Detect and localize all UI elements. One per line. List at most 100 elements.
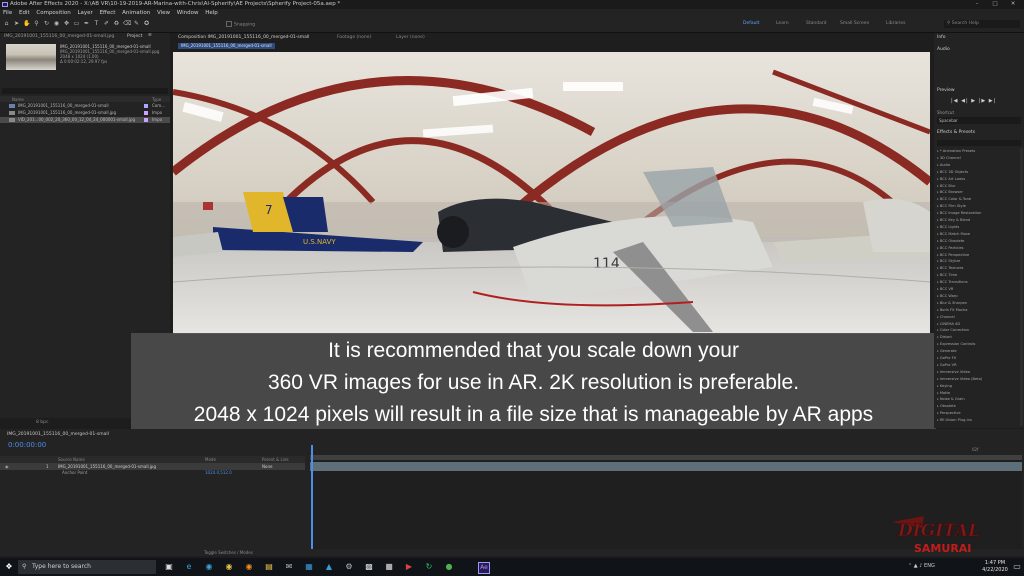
footage-tab[interactable]: IMG_20191001_155116_00_merged-01-small.j… [4, 34, 114, 39]
chevron-right-icon[interactable]: ▸ [937, 363, 939, 367]
tab-footage[interactable]: Footage (none) [337, 33, 371, 42]
chevron-right-icon[interactable]: ▸ [937, 259, 939, 263]
label-color[interactable] [144, 118, 148, 122]
label-color[interactable] [144, 104, 148, 108]
effects-list-item[interactable]: ▸Matte [937, 391, 950, 395]
list-item[interactable]: IMG_20191001_155116_00_merged-01-small C… [0, 103, 170, 109]
effects-list-item[interactable]: ▸BCC Art Looks [937, 177, 965, 181]
effects-list-item[interactable]: ▸BCC Image Restoration [937, 211, 981, 215]
effects-list-item[interactable]: ▸Immersive Video [937, 370, 970, 374]
taskbar-search-input[interactable]: ⚲ Type here to search [18, 560, 156, 574]
chevron-right-icon[interactable]: ▸ [937, 404, 939, 408]
puppet-icon[interactable]: ✪ [143, 20, 150, 28]
chevron-right-icon[interactable]: ▸ [937, 177, 939, 181]
chevron-right-icon[interactable]: ▸ [937, 349, 939, 353]
workspace-small-screen[interactable]: Small Screen [840, 21, 869, 26]
volume-icon[interactable]: ♪ [919, 563, 922, 569]
menu-icon[interactable]: ≡ [148, 33, 152, 38]
layer-parent[interactable]: None [262, 463, 272, 470]
effects-list-item[interactable]: ▸Blur & Sharpen [937, 301, 967, 305]
menu-edit[interactable]: Edit [19, 10, 30, 16]
label-color[interactable] [144, 111, 148, 115]
effects-list-item[interactable]: ▸Boris FX Mocha [937, 308, 967, 312]
effects-list-item[interactable]: ▸BCC Warp [937, 294, 958, 298]
visibility-eye-icon[interactable]: ◉ [5, 463, 9, 470]
clone-icon[interactable]: ♻ [113, 20, 120, 28]
chevron-right-icon[interactable]: ▸ [937, 411, 939, 415]
chevron-right-icon[interactable]: ▸ [937, 308, 939, 312]
chevron-right-icon[interactable]: ▸ [937, 225, 939, 229]
chevron-right-icon[interactable]: ▸ [937, 273, 939, 277]
minimize-icon[interactable]: – [970, 0, 984, 9]
chevron-right-icon[interactable]: ▸ [937, 280, 939, 284]
effects-list-item[interactable]: ▸BCC Particles [937, 246, 964, 250]
close-icon[interactable]: ✕ [1006, 0, 1020, 9]
effects-list-item[interactable]: ▸Expression Controls [937, 342, 975, 346]
effects-list-item[interactable]: ▸Keying [937, 384, 952, 388]
property-value[interactable]: 1024.0,512.0 [205, 470, 232, 476]
effects-list-item[interactable]: ▸Channel [937, 315, 955, 319]
file-explorer-icon[interactable]: ▤ [264, 562, 274, 572]
chevron-right-icon[interactable]: ▸ [937, 322, 939, 326]
eraser-icon[interactable]: ⌫ [123, 20, 131, 28]
preview-controls[interactable]: |◀ ◀| ▶ |▶ ▶| [951, 98, 996, 104]
after-effects-icon[interactable]: Ae [478, 562, 490, 574]
mail-icon[interactable]: ✉ [284, 562, 294, 572]
firefox-icon[interactable]: ◉ [244, 562, 254, 572]
snapping-toggle[interactable]: Snapping [226, 21, 255, 28]
effects-list-item[interactable]: ▸Perspective [937, 411, 961, 415]
workspace-learn[interactable]: Learn [776, 21, 789, 26]
chevron-right-icon[interactable]: ▸ [937, 418, 939, 422]
chevron-right-icon[interactable]: ▸ [937, 232, 939, 236]
chevron-right-icon[interactable]: ▸ [937, 294, 939, 298]
playhead[interactable] [311, 445, 313, 549]
zoom-icon[interactable]: ⚲ [33, 20, 40, 28]
effects-list-item[interactable]: ▸GoPro VR [937, 363, 957, 367]
chevron-right-icon[interactable]: ▸ [937, 391, 939, 395]
effects-list-item[interactable]: ▸Obsolete [937, 404, 956, 408]
brush-icon[interactable]: ✐ [103, 20, 110, 28]
toggle-switches-modes[interactable]: Toggle Switches / Modes [204, 550, 253, 555]
tab-layer[interactable]: Layer (none) [396, 33, 425, 42]
column-name[interactable]: Name [12, 97, 24, 102]
chevron-right-icon[interactable]: ▸ [937, 356, 939, 360]
chevron-right-icon[interactable]: ▸ [937, 184, 939, 188]
effects-list-item[interactable]: ▸3D Channel [937, 156, 961, 160]
column-parent[interactable]: Parent & Link [262, 456, 289, 463]
effects-list-item[interactable]: ▸BCC Color & Tone [937, 197, 971, 201]
column-source-name[interactable]: Source Name [58, 456, 85, 463]
effects-list-item[interactable]: ▸BCC Blur [937, 184, 956, 188]
menu-effect[interactable]: Effect [100, 10, 116, 16]
chevron-right-icon[interactable]: ▸ [937, 342, 939, 346]
shortcut-dropdown[interactable]: Spacebar [937, 117, 1021, 124]
chrome-icon[interactable]: ◉ [224, 562, 234, 572]
tab-composition[interactable]: Composition IMG_20191001_155116_00_merge… [178, 33, 309, 42]
effects-list-item[interactable]: ▸Distort [937, 335, 952, 339]
language-indicator[interactable]: ENG [924, 563, 935, 569]
preview-title[interactable]: Preview [937, 88, 955, 93]
effects-list-item[interactable]: ▸RE:Vision Plug-ins [937, 418, 972, 422]
effects-list-item[interactable]: ▸BCC Obsolete [937, 239, 964, 243]
effects-list-item[interactable]: ▸BCC VR [937, 287, 953, 291]
effects-list-item[interactable]: ▸BCC Stylize [937, 259, 960, 263]
hand-icon[interactable]: ✋ [23, 20, 30, 28]
list-item[interactable]: IMG_20191001_155116_00_merged-01-small.j… [0, 110, 170, 116]
table-row[interactable]: ◉ 1 IMG_20191001_155116_00_merged-01-sma… [0, 463, 305, 470]
pan-behind-icon[interactable]: ✥ [63, 20, 70, 28]
chevron-right-icon[interactable]: ▸ [937, 170, 939, 174]
effects-list-item[interactable]: ▸BCC Textures [937, 266, 963, 270]
menu-composition[interactable]: Composition [36, 10, 70, 16]
chevron-right-icon[interactable]: ▸ [937, 266, 939, 270]
home-icon[interactable]: ⌂ [3, 20, 10, 28]
game-icon[interactable]: ● [444, 562, 454, 572]
photos-icon[interactable]: ▲ [324, 562, 334, 572]
effects-list-item[interactable]: ▸BCC Perspective [937, 253, 969, 257]
chevron-right-icon[interactable]: ▸ [937, 156, 939, 160]
effects-list-item[interactable]: ▸Noise & Grain [937, 397, 965, 401]
snapping-checkbox[interactable] [226, 21, 232, 27]
chevron-right-icon[interactable]: ▸ [937, 204, 939, 208]
store-icon[interactable]: ▦ [304, 562, 314, 572]
roto-icon[interactable]: ✎ [133, 20, 140, 28]
audio-title[interactable]: Audio [937, 47, 950, 52]
workspace-standard[interactable]: Standard [806, 21, 826, 26]
